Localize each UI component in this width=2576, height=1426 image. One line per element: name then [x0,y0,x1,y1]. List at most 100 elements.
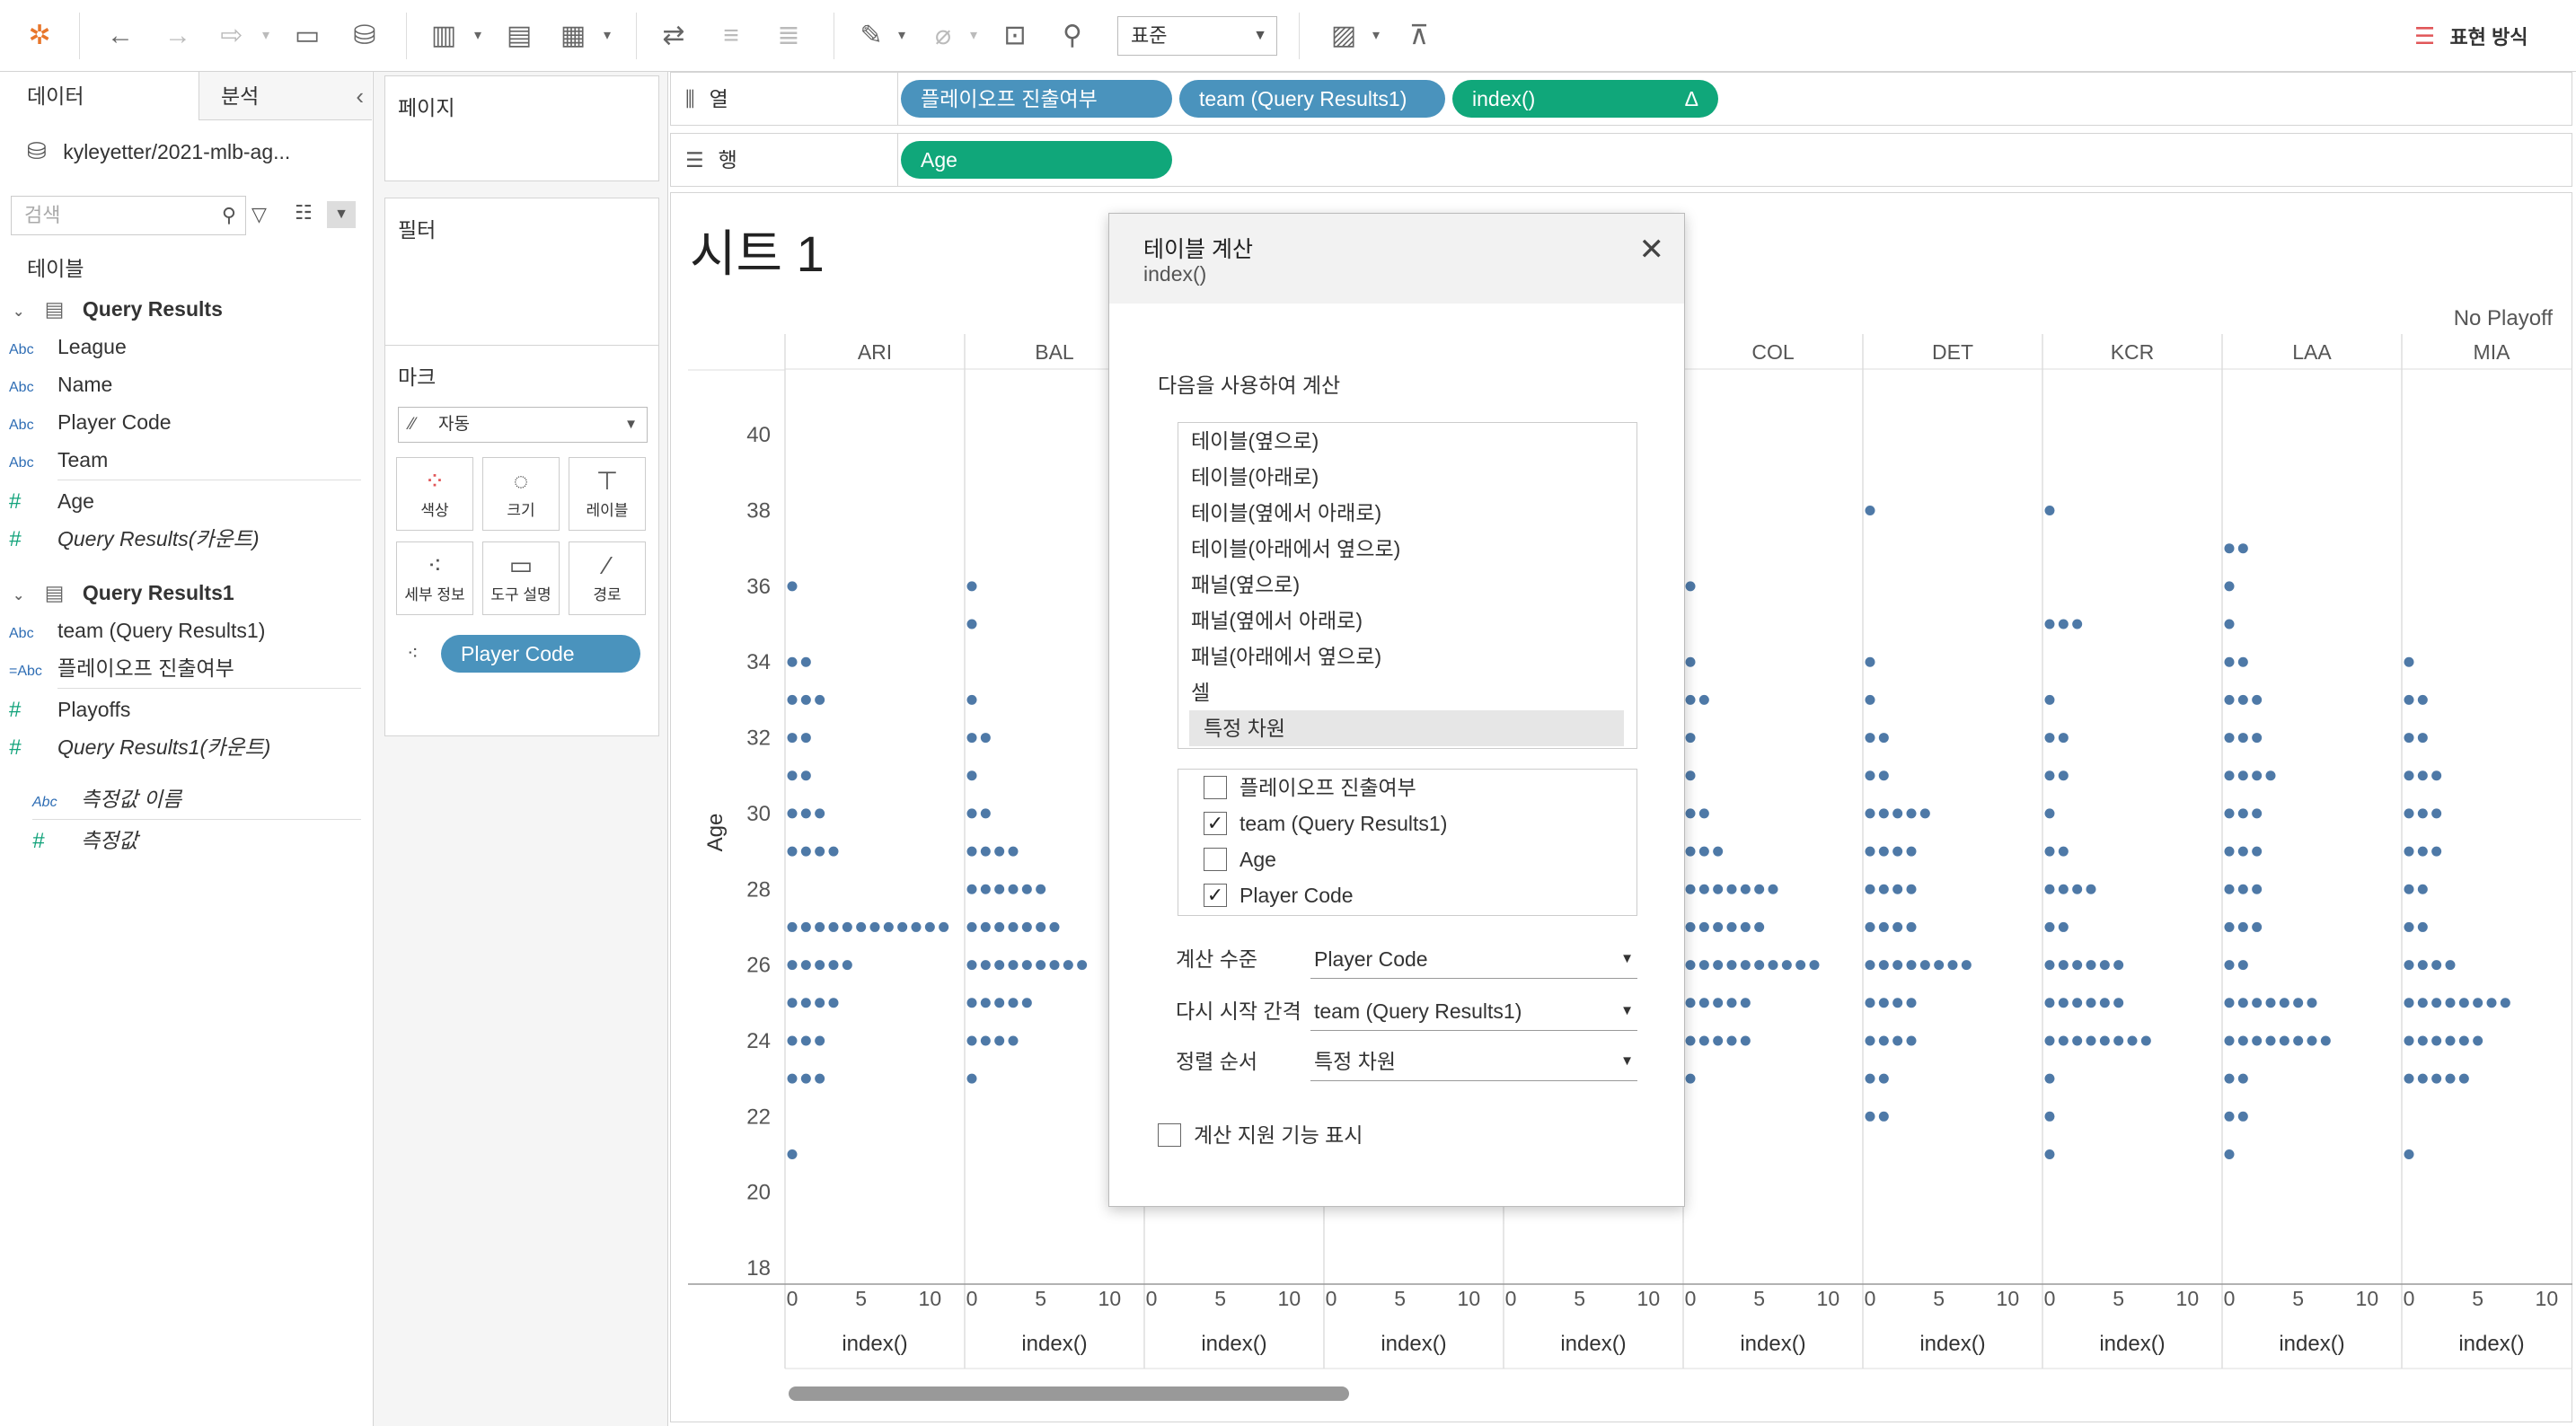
data-point [2279,1035,2289,1046]
data-point [1865,998,1875,1008]
field-measure-names[interactable]: Abc 측정값 이름 [32,781,181,817]
field-query-results1-count[interactable]: # Query Results1(카운트) [9,729,270,765]
group-dropdown-icon[interactable]: ▾ [970,20,984,52]
group-members-icon[interactable]: ⌀ [923,16,963,56]
data-point [2252,846,2263,857]
rows-shelf[interactable]: ☰ 행 Age [670,133,2572,187]
horizontal-scrollbar[interactable] [789,1386,1349,1401]
pages-shelf[interactable]: 페이지 [384,75,659,181]
checkbox-unchecked[interactable] [1204,775,1227,799]
replay-dropdown-icon[interactable]: ▾ [262,20,277,52]
redo-icon[interactable]: → [158,16,198,56]
compute-option[interactable]: 셀 [1191,674,1210,710]
dimension-item[interactable]: Age [1204,841,1276,877]
collapse-pane-icon[interactable]: ‹ [356,72,364,120]
view-list-icon[interactable]: ☷ [295,201,313,224]
field-player-code[interactable]: Abc Player Code [9,404,172,440]
tooltip-button[interactable]: ▭ 도구 설명 [482,541,560,615]
sort-descending-icon[interactable]: ≣ [769,16,808,56]
replay-icon[interactable]: ⇨ [212,16,251,56]
undo-icon[interactable]: ← [101,16,140,56]
column-pill-index[interactable]: index() Δ [1452,80,1718,118]
checkbox-checked[interactable]: ✓ [1204,883,1227,907]
sort-ascending-icon[interactable]: ≡ [711,16,751,56]
tab-data[interactable]: 데이터 [0,72,199,120]
close-icon[interactable]: ✕ [1639,232,1665,268]
data-point [1906,1035,1917,1046]
filter-icon[interactable]: ▽ [251,203,267,226]
new-datasource-icon[interactable]: ⛁ [345,16,384,56]
restart-select[interactable]: team (Query Results1) ▼ [1310,991,1637,1031]
compute-option[interactable]: 테이블(아래로) [1191,459,1319,495]
detail-button[interactable]: ⁖ 세부 정보 [396,541,473,615]
search-input[interactable]: 검색 ⚲ [11,196,246,235]
data-point [1077,960,1088,971]
field-playoff-status[interactable]: =Abc 플레이오프 진출여부 [9,650,234,686]
compute-option[interactable]: 패널(옆으로) [1191,567,1300,603]
compute-option[interactable]: 패널(옆에서 아래로) [1191,603,1363,638]
datasource-item[interactable]: ⛁ kyleyetter/2021-mlb-ag... [27,131,290,171]
dimension-item[interactable]: ✓ team (Query Results1) [1204,805,1447,841]
field-league[interactable]: Abc League [9,329,127,365]
show-me-button[interactable]: ☰ 표현 방식 [2414,16,2528,56]
view-options-dropdown-icon[interactable]: ▼ [327,201,356,228]
field-age[interactable]: # Age [9,483,94,519]
field-name[interactable]: Abc Name [9,366,112,402]
checkbox-unchecked[interactable] [1204,847,1227,871]
data-point [2058,619,2069,629]
color-button[interactable]: ⁘ 색상 [396,457,473,531]
calc-assist-toggle[interactable]: 계산 지원 기능 표시 [1158,1115,1363,1155]
checkbox-checked[interactable]: ✓ [1204,811,1227,835]
data-point [2224,733,2235,744]
label-button[interactable]: ⊤ 레이블 [569,457,646,531]
compute-option-selected[interactable]: 특정 차원 [1189,710,1624,746]
show-mark-labels-icon[interactable]: ⊡ [995,16,1035,56]
tab-analysis[interactable]: 분석 [199,72,372,120]
field-query-results-count[interactable]: # Query Results(카운트) [9,521,260,557]
columns-shelf[interactable]: ⫼ 열 플레이오프 진출여부 team (Query Results1) inde… [670,72,2572,126]
field-team[interactable]: Abc Team [9,442,108,478]
fit-select[interactable]: 표준 ▼ [1117,16,1277,56]
compute-using-list[interactable]: 테이블(옆으로) 테이블(아래로) 테이블(옆에서 아래로) 테이블(아래에서 … [1178,422,1637,749]
show-cards-dropdown-icon[interactable]: ▾ [1372,20,1387,52]
size-button[interactable]: ◌ 크기 [482,457,560,531]
fix-axes-icon[interactable]: ⚲ [1053,16,1092,56]
row-pill-age[interactable]: Age [901,141,1172,179]
marks-detail-pill[interactable]: Player Code [441,635,640,673]
field-measure-values[interactable]: # 측정값 [32,823,137,858]
compute-option[interactable]: 테이블(옆에서 아래로) [1191,495,1381,531]
highlight-dropdown-icon[interactable]: ▾ [898,20,913,52]
presentation-mode-icon[interactable]: ⊼ [1399,16,1439,56]
save-icon[interactable]: ▭ [287,16,327,56]
new-worksheet-dropdown-icon[interactable]: ▾ [474,20,489,52]
level-select[interactable]: Player Code ▼ [1310,939,1637,979]
sort-select[interactable]: 특정 차원 ▼ [1310,1042,1637,1081]
swap-rows-columns-icon[interactable]: ⇄ [654,16,693,56]
field-playoffs[interactable]: # Playoffs [9,691,130,727]
compute-option[interactable]: 패널(아래에서 옆으로) [1191,638,1381,674]
mark-type-select[interactable]: ⁄⁄ 자동 ▼ [398,407,648,443]
clear-sheet-dropdown-icon[interactable]: ▾ [604,20,618,52]
checkbox-unchecked[interactable] [1158,1122,1181,1147]
table-query-results[interactable]: ⌄ ▤ Query Results [13,291,223,327]
data-point [1685,1073,1696,1084]
column-pill-playoff-status[interactable]: 플레이오프 진출여부 [901,80,1172,118]
highlight-icon[interactable]: ✎ [851,16,891,56]
path-button[interactable]: ⁄ 경로 [569,541,646,615]
data-point [2404,694,2414,705]
compute-option[interactable]: 테이블(아래에서 옆으로) [1191,531,1400,567]
table-query-results1[interactable]: ⌄ ▤ Query Results1 [13,575,234,611]
column-pill-team[interactable]: team (Query Results1) [1179,80,1445,118]
compute-option[interactable]: 테이블(옆으로) [1191,423,1319,459]
data-point [966,960,977,971]
new-worksheet-icon[interactable]: ▥ [424,16,463,56]
tableau-logo-icon[interactable]: ✲ [20,16,59,56]
data-point [980,733,991,744]
clear-sheet-icon[interactable]: ▦ [553,16,593,56]
duplicate-sheet-icon[interactable]: ▤ [499,16,539,56]
dimension-item[interactable]: 플레이오프 진출여부 [1204,770,1416,805]
field-team-query-results1[interactable]: Abc team (Query Results1) [9,612,265,648]
filters-title: 필터 [398,218,437,242]
dimension-item[interactable]: ✓ Player Code [1204,877,1354,913]
show-cards-icon[interactable]: ▨ [1324,16,1363,56]
